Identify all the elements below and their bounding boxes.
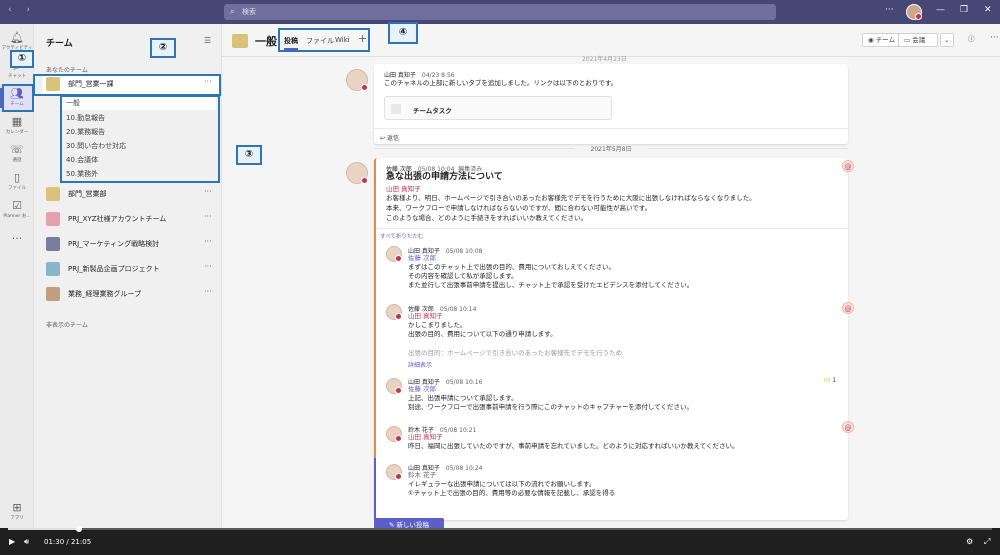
rail-item-planner[interactable]: ☑ Planner お... xyxy=(0,196,34,224)
date-separator: 2021年5月8日 xyxy=(374,144,848,153)
user-avatar[interactable] xyxy=(906,4,922,20)
message-time: 05/08 10:16 xyxy=(445,379,483,386)
search-input[interactable]: ⌕ 検索 xyxy=(224,4,776,20)
more-options-icon[interactable]: ··· xyxy=(885,5,894,15)
unread-indicator xyxy=(374,458,376,520)
message-text: 本来、ワークフローで申請しなければならないのですが、間に合わない可能性が高いです… xyxy=(386,204,652,212)
meet-button-label: 会議 xyxy=(912,36,926,44)
phone-icon: ☏ xyxy=(10,143,24,156)
thread-title: 急な出張の申請方法について xyxy=(386,172,503,182)
apps-icon: ⊞ xyxy=(12,501,22,514)
settings-icon[interactable]: ⚙ xyxy=(966,537,973,546)
message-text: 出張の目的：ホームページで引き合いのあったお客様先でデモを行うため xyxy=(408,349,623,357)
tab-card-icon xyxy=(391,104,401,114)
message-text: このような場合、どのように手続きをすればいいか教えてください。 xyxy=(386,214,587,222)
file-icon: ▯ xyxy=(13,171,21,184)
video-progress-bar[interactable] xyxy=(8,528,992,530)
fullscreen-icon[interactable]: ⤢ xyxy=(984,537,990,547)
collapse-all-link[interactable]: すべて折りたたむ xyxy=(380,232,423,240)
thumbs-up-icon: 👍︎ xyxy=(824,377,831,384)
callout-4: ④ xyxy=(388,22,418,44)
message-text: ①チャット上で出張の目的、費用等の必要な情報を記載し、承認を得る xyxy=(408,489,616,497)
progress-handle[interactable] xyxy=(75,526,82,532)
team-avatar xyxy=(232,34,248,48)
team-button-label: チーム xyxy=(875,36,896,44)
info-icon[interactable]: ⓘ xyxy=(963,33,980,47)
video-time: 01:30 / 21:05 xyxy=(44,538,92,546)
reaction[interactable]: 👍︎ 1 xyxy=(824,376,836,384)
search-icon: ⌕ xyxy=(230,7,235,16)
thread-divider xyxy=(376,228,850,229)
rail-item-calls[interactable]: ☏ 通話 xyxy=(0,140,34,168)
message-text: 昨日、福岡に出張していたのですが、事前申請を忘れていました。どのように対応すれば… xyxy=(408,442,739,450)
filter-icon[interactable]: ☰ xyxy=(204,36,211,45)
chevron-down-icon[interactable]: ⌄ xyxy=(940,33,954,47)
rail-item-files[interactable]: ▯ ファイル xyxy=(0,168,34,196)
avatar xyxy=(386,304,402,320)
mention-at-icon: @ xyxy=(842,421,854,433)
message-time: 05/08 10:24 xyxy=(445,465,483,472)
highlight-box-4 xyxy=(278,28,370,52)
minimize-icon[interactable]: — xyxy=(936,5,945,15)
avatar xyxy=(386,378,402,394)
message-text: 出張の目的、費用について以下の通り申請します。 xyxy=(408,330,557,338)
maximize-icon[interactable]: ❐ xyxy=(960,5,968,15)
more-icon: ... xyxy=(11,229,23,242)
callout-2: ② xyxy=(150,38,176,58)
highlight-box-1 xyxy=(2,84,34,112)
unread-indicator xyxy=(374,298,376,368)
date-separator: 2021年4月23日 xyxy=(582,56,627,63)
back-forward-icon[interactable]: ‹ › xyxy=(8,5,36,15)
avatar xyxy=(346,162,368,184)
bell-icon: 🔔︎ xyxy=(10,31,24,44)
avatar xyxy=(386,426,402,442)
team-button[interactable]: ◉ チーム xyxy=(862,33,902,47)
message-text: 別途、ワークフローで出張事前申請を行う際にこのチャットのキャプチャーを添付してく… xyxy=(408,403,693,411)
rail-item-calendar[interactable]: ▦ カレンダー xyxy=(0,112,34,140)
close-icon[interactable]: ✕ xyxy=(984,5,992,15)
avatar xyxy=(386,246,402,262)
tab-card[interactable]: チームタスク xyxy=(384,96,612,120)
avatar xyxy=(346,69,368,91)
play-icon[interactable]: ▶ xyxy=(9,537,15,546)
highlight-box-2 xyxy=(33,74,221,96)
more-icon[interactable]: ··· xyxy=(990,33,999,43)
avatar xyxy=(386,464,402,480)
calendar-icon: ▦ xyxy=(11,115,23,128)
planner-icon: ☑ xyxy=(12,199,22,212)
rail-item-apps[interactable]: ⊞ アプリ xyxy=(0,498,34,526)
message-time: 05/08 10:14 xyxy=(439,306,477,313)
message-card: 山田 真知子 04/23 8:56 このチャネルの上部に新しいタブを追加しました。… xyxy=(374,64,848,144)
mention-at-icon: @ xyxy=(842,160,854,172)
reply-button[interactable]: ↩ 返信 xyxy=(374,128,848,144)
see-more-link[interactable]: 詳細表示 xyxy=(408,360,432,369)
callout-1: ① xyxy=(10,50,34,68)
section-your-teams: あなたのチーム xyxy=(46,67,88,74)
title-bar: ‹ › ⌕ 検索 ··· — ❐ ✕ xyxy=(0,0,1000,24)
mention-at-icon: @ xyxy=(842,302,854,314)
progress-fill xyxy=(8,528,79,530)
reaction-count: 1 xyxy=(832,377,837,384)
message-time: 05/08 10:21 xyxy=(439,427,477,434)
message-text: お客様より、明日、ホームページで引き合いのあったお客様先でデモを行うために大阪に… xyxy=(386,194,756,202)
reply-label: ↩ 返信 xyxy=(380,135,399,142)
message-text: このチャネルの上部に新しいタブを追加しました。リンクは以下のとおりです。 xyxy=(384,79,618,87)
message-list: 2021年4月23日 山田 真知子 04/23 8:56 このチャネルの上部に新し… xyxy=(222,56,1000,528)
highlight-box-3 xyxy=(60,95,220,183)
tab-card-title: チームタスク xyxy=(413,107,452,115)
volume-icon[interactable]: 🔊︎ xyxy=(24,537,29,547)
message-time: 05/08 10:08 xyxy=(445,248,483,255)
reply-text: 返信 xyxy=(386,135,399,142)
video-controls: ▶ 🔊︎ 01:30 / 21:05 ⚙ ⤢ xyxy=(0,526,1000,555)
channel-name: 一般 xyxy=(255,35,277,48)
callout-3: ③ xyxy=(236,145,262,165)
panel-title: チーム xyxy=(46,39,73,49)
meet-button[interactable]: ▭ 会議 xyxy=(898,33,938,47)
rail-item-more[interactable]: ... xyxy=(0,226,34,254)
message-text: また並行して出張事前申請を提出し、チャット上で承認を受けたエビデンスを添付してく… xyxy=(408,281,694,289)
search-placeholder: 検索 xyxy=(242,8,256,16)
thread-card: 佐藤 次郎 05/08 10:04 編集済み 急な出張の申請方法について 山田 真… xyxy=(374,158,850,520)
